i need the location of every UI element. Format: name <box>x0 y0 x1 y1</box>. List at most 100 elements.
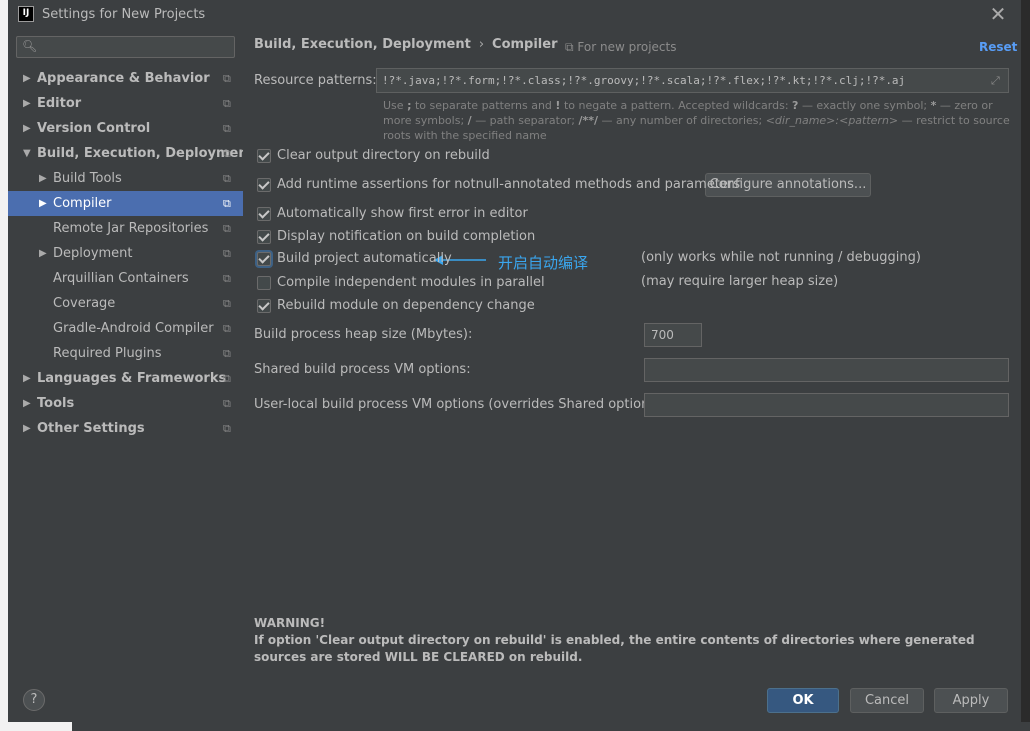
sidebar-item-build-tools[interactable]: ▶ Build Tools ⧉ <box>8 166 243 191</box>
sidebar-item-editor[interactable]: ▶ Editor ⧉ <box>8 91 243 116</box>
chevron-right-icon[interactable]: ▶ <box>23 116 31 141</box>
sidebar-item-gradle-android-compiler[interactable]: Gradle-Android Compiler ⧉ <box>8 316 243 341</box>
heap-size-label: Build process heap size (Mbytes): <box>254 327 473 342</box>
sidebar-item-appearance-behavior[interactable]: ▶ Appearance & Behavior ⧉ <box>8 66 243 91</box>
shared-vm-options-label: Shared build process VM options: <box>254 362 471 377</box>
checkbox-unchecked-icon[interactable] <box>257 276 271 290</box>
sidebar-item-label: Appearance & Behavior <box>37 71 210 86</box>
copy-settings-icon: ⧉ <box>223 372 231 385</box>
sidebar-item-remote-jar-repositories[interactable]: Remote Jar Repositories ⧉ <box>8 216 243 241</box>
copy-settings-icon: ⧉ <box>223 72 231 85</box>
chevron-right-icon[interactable]: ▶ <box>39 166 47 191</box>
scope-label: ⧉ For new projects <box>565 40 677 54</box>
checkbox-checked-icon[interactable] <box>257 299 271 313</box>
warning-body: If option 'Clear output directory on reb… <box>254 633 975 664</box>
copy-icon: ⧉ <box>565 40 574 54</box>
sidebar-item-label: Languages & Frameworks <box>37 371 227 386</box>
copy-settings-icon: ⧉ <box>223 397 231 410</box>
checkbox-checked-icon[interactable] <box>257 149 271 163</box>
checkbox-checked-icon[interactable] <box>257 207 271 221</box>
window-title: Settings for New Projects <box>42 7 206 22</box>
sidebar-item-label: Remote Jar Repositories <box>53 221 209 236</box>
sidebar-item-coverage[interactable]: Coverage ⧉ <box>8 291 243 316</box>
option-note: (only works while not running / debuggin… <box>641 250 921 265</box>
resource-patterns-label: Resource patterns: <box>254 73 377 88</box>
checkbox-checked-icon[interactable] <box>257 252 271 266</box>
sidebar-item-label: Version Control <box>37 121 151 136</box>
search-input[interactable]: 🔍︎ <box>16 36 235 58</box>
sidebar-item-tools[interactable]: ▶ Tools ⧉ <box>8 391 243 416</box>
sidebar-item-languages-frameworks[interactable]: ▶ Languages & Frameworks ⧉ <box>8 366 243 391</box>
checkbox-label: Automatically show first error in editor <box>277 206 528 221</box>
chevron-right-icon[interactable]: ▶ <box>23 91 31 116</box>
background-window-edge <box>0 0 8 731</box>
settings-dialog: IJ Settings for New Projects ✕ 🔍︎ ▶ Appea… <box>8 0 1021 722</box>
chevron-right-icon[interactable]: ▶ <box>39 241 47 266</box>
resource-patterns-input[interactable]: !?*.java;!?*.form;!?*.class;!?*.groovy;!… <box>376 68 1009 93</box>
sidebar-item-label: Gradle-Android Compiler <box>53 321 214 336</box>
sidebar-item-version-control[interactable]: ▶ Version Control ⧉ <box>8 116 243 141</box>
chevron-right-icon[interactable]: ▶ <box>39 191 47 216</box>
checkbox-checked-icon[interactable] <box>257 230 271 244</box>
sidebar-item-label: Other Settings <box>37 421 145 436</box>
sidebar-item-arquillian-containers[interactable]: Arquillian Containers ⧉ <box>8 266 243 291</box>
sidebar-item-label: Arquillian Containers <box>53 271 189 286</box>
sidebar-item-label: Tools <box>37 396 75 411</box>
checkbox-label: Build project automatically <box>277 251 452 266</box>
copy-settings-icon: ⧉ <box>223 122 231 135</box>
compiler-settings-panel: Build, Execution, Deployment › Compiler ⧉ … <box>243 30 1021 674</box>
dialog-footer: ? OK Cancel Apply <box>8 674 1021 722</box>
option-note: (may require larger heap size) <box>641 274 839 289</box>
copy-settings-icon: ⧉ <box>223 272 231 285</box>
checkbox-checked-icon[interactable] <box>257 178 271 192</box>
reset-link[interactable]: Reset <box>979 40 1017 54</box>
chevron-down-icon[interactable]: ▼ <box>23 141 31 166</box>
sidebar-item-deployment[interactable]: ▶ Deployment ⧉ <box>8 241 243 266</box>
sidebar-item-required-plugins[interactable]: Required Plugins ⧉ <box>8 341 243 366</box>
background-window-edge-right <box>1021 0 1030 731</box>
copy-settings-icon: ⧉ <box>223 197 231 210</box>
breadcrumb-parent: Build, Execution, Deployment <box>254 37 471 52</box>
chevron-right-icon[interactable]: ▶ <box>23 391 31 416</box>
search-icon: 🔍︎ <box>22 39 38 53</box>
title-bar: IJ Settings for New Projects ✕ <box>8 0 1021 30</box>
checkbox-label: Display notification on build completion <box>277 229 536 244</box>
expand-field-icon[interactable]: ⤢ <box>991 74 1000 88</box>
sidebar-item-other-settings[interactable]: ▶ Other Settings ⧉ <box>8 416 243 441</box>
sidebar-item-label: Deployment <box>53 246 133 261</box>
sidebar-item-compiler[interactable]: ▶ Compiler ⧉ <box>8 191 243 216</box>
sidebar-item-label: Build, Execution, Deployment <box>37 146 254 161</box>
chevron-right-icon: › <box>478 37 485 52</box>
close-icon[interactable]: ✕ <box>988 4 1008 24</box>
checkbox-label: Rebuild module on dependency change <box>277 298 535 313</box>
copy-settings-icon: ⧉ <box>223 422 231 435</box>
chevron-right-icon[interactable]: ▶ <box>23 366 31 391</box>
heap-size-input[interactable]: 700 <box>644 323 702 347</box>
copy-settings-icon: ⧉ <box>223 222 231 235</box>
chevron-right-icon[interactable]: ▶ <box>23 66 31 91</box>
background-window-bottom <box>0 722 1030 731</box>
sidebar-item-label: Required Plugins <box>53 346 162 361</box>
sidebar-item-label: Compiler <box>53 196 112 211</box>
help-button[interactable]: ? <box>23 689 45 711</box>
checkbox-label: Compile independent modules in parallel <box>277 275 545 290</box>
apply-button[interactable]: Apply <box>934 688 1008 713</box>
checkbox-label: Add runtime assertions for notnull-annot… <box>277 177 741 192</box>
rebuild-warning: WARNING! If option 'Clear output directo… <box>254 615 1014 666</box>
copy-settings-icon: ⧉ <box>223 147 231 160</box>
checkbox-label: Clear output directory on rebuild <box>277 148 490 163</box>
copy-settings-icon: ⧉ <box>223 297 231 310</box>
chevron-right-icon[interactable]: ▶ <box>23 416 31 441</box>
sidebar-item-label: Build Tools <box>53 171 122 186</box>
shared-vm-options-input[interactable] <box>644 358 1009 382</box>
copy-settings-icon: ⧉ <box>223 172 231 185</box>
cancel-button[interactable]: Cancel <box>850 688 924 713</box>
copy-settings-icon: ⧉ <box>223 322 231 335</box>
intellij-app-icon: IJ <box>18 6 34 22</box>
user-vm-options-input[interactable] <box>644 393 1009 417</box>
copy-settings-icon: ⧉ <box>223 97 231 110</box>
warning-title: WARNING! <box>254 616 326 630</box>
sidebar-item-build-execution-deployment[interactable]: ▼ Build, Execution, Deployment ⧉ <box>8 141 254 166</box>
ok-button[interactable]: OK <box>767 688 839 713</box>
breadcrumb: Build, Execution, Deployment › Compiler <box>254 37 558 52</box>
